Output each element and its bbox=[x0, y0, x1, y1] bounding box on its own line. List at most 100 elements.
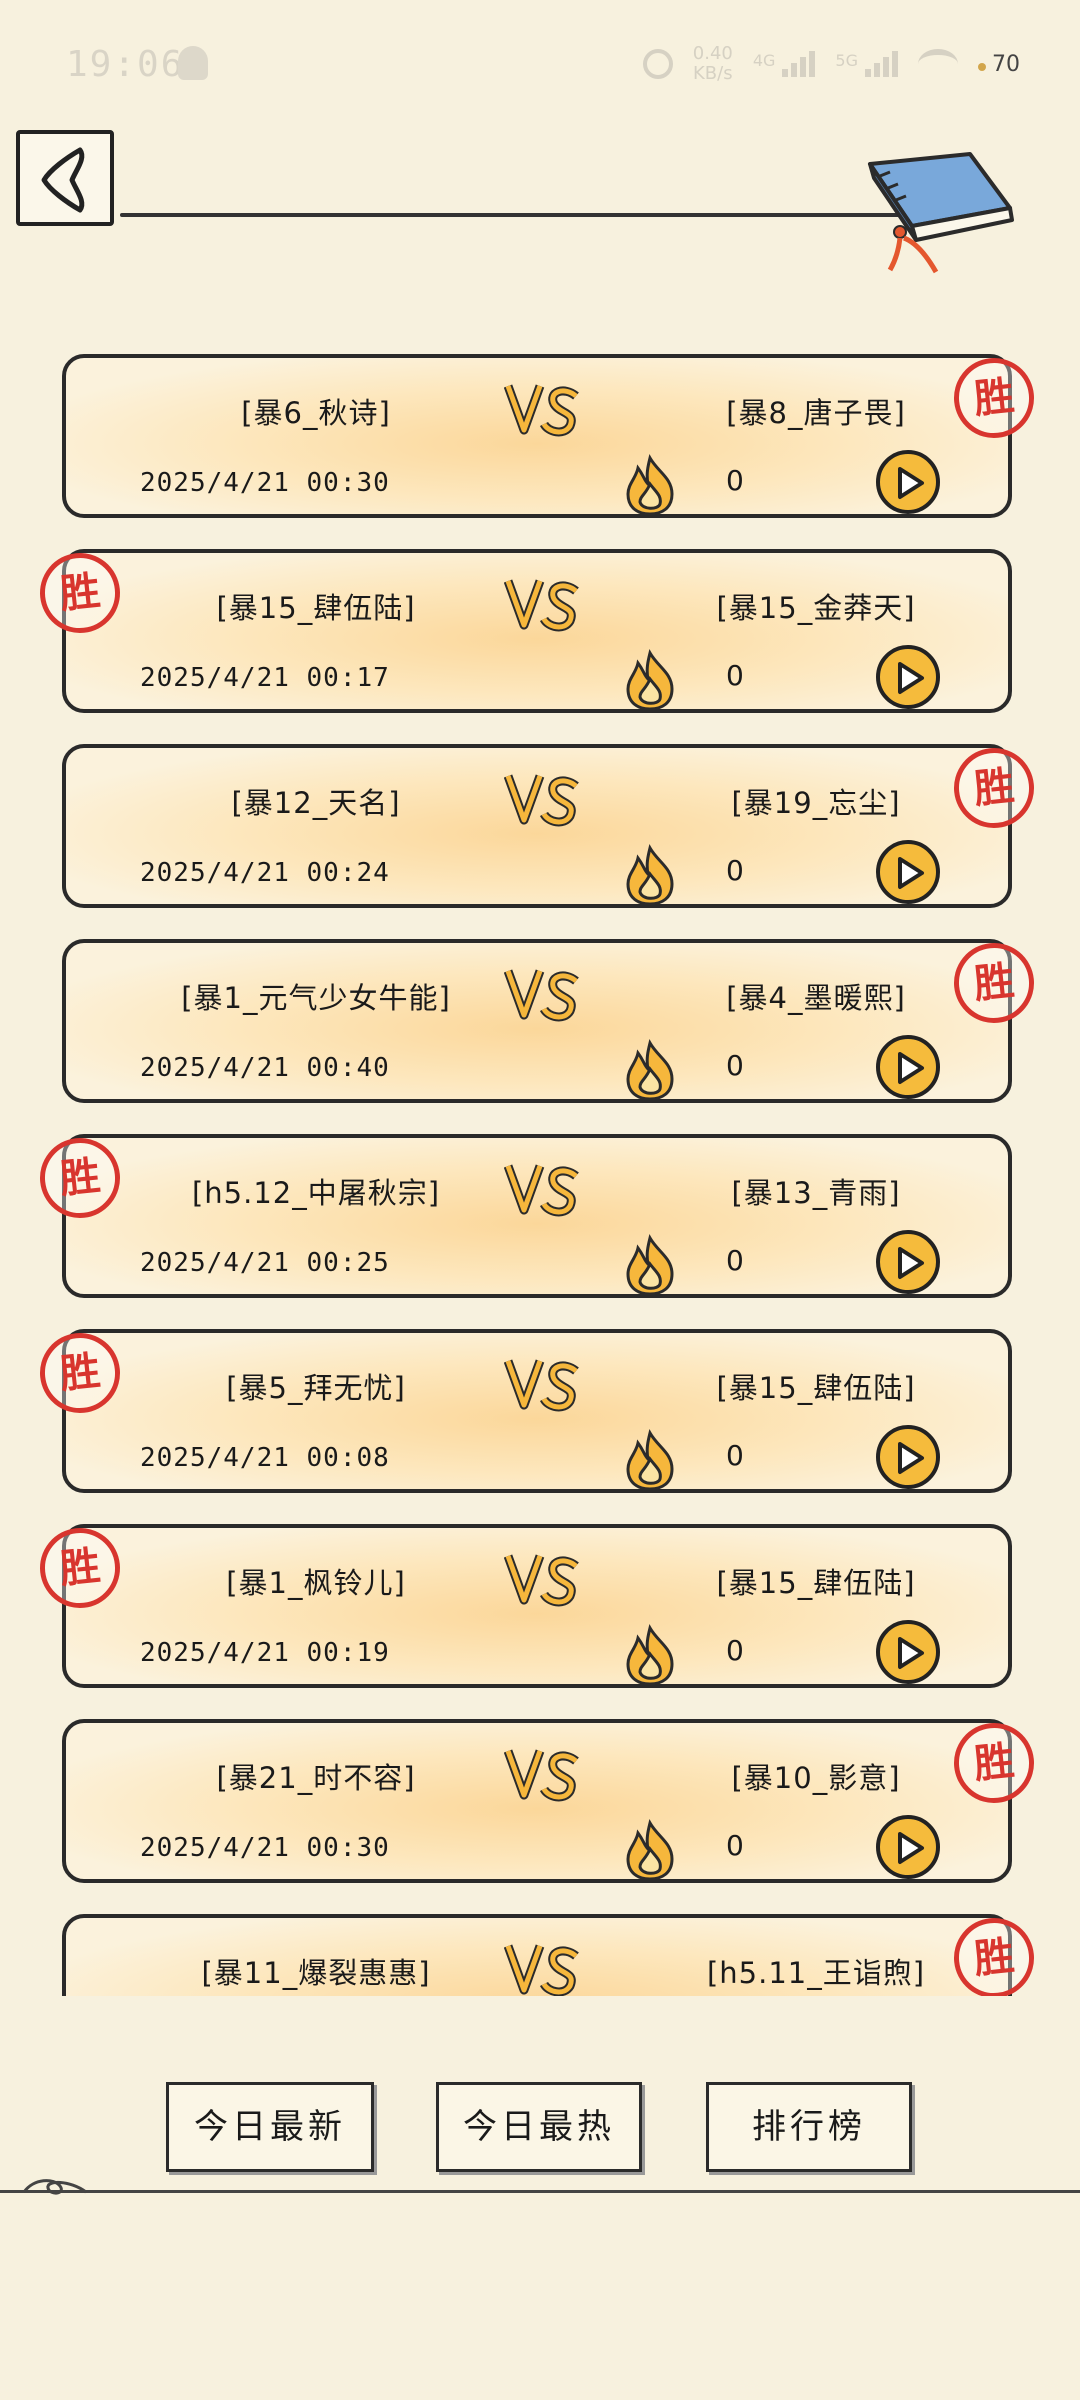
play-replay-button[interactable] bbox=[876, 1815, 940, 1879]
vs-icon bbox=[504, 774, 579, 827]
match-date: 2025/4/21 00:30 bbox=[140, 468, 390, 498]
heat-count: 0 bbox=[726, 1439, 744, 1472]
vs-icon bbox=[504, 1944, 579, 1996]
player1-name: [h5.12_中屠秋宗] bbox=[191, 1176, 441, 1210]
play-replay-button[interactable] bbox=[876, 450, 940, 514]
winner-stamp: 胜 bbox=[950, 1914, 1038, 1996]
bottom-divider bbox=[0, 2190, 1080, 2193]
player1-name: [暴21_时不容] bbox=[216, 1761, 416, 1795]
fire-icon bbox=[626, 1819, 674, 1881]
player1-name: [暴6_秋诗] bbox=[241, 396, 391, 430]
winner-stamp: 胜 bbox=[36, 1524, 124, 1612]
play-replay-button[interactable] bbox=[876, 840, 940, 904]
fire-icon bbox=[626, 1624, 674, 1686]
play-icon bbox=[898, 1052, 924, 1084]
winner-stamp: 胜 bbox=[36, 1134, 124, 1222]
player1-name: [暴11_爆裂惠惠] bbox=[201, 1956, 431, 1990]
network-speed-value: 0.40 bbox=[692, 43, 733, 64]
vs-icon bbox=[504, 969, 579, 1022]
match-card[interactable]: [暴11_爆裂惠惠] [h5.11_王诣煦] 胜 bbox=[62, 1914, 1038, 1996]
signal-4g-icon: 4G bbox=[753, 51, 816, 77]
match-card[interactable]: [h5.12_中屠秋宗] [暴13_青雨] 2025/4/21 00:25 0 … bbox=[36, 1134, 1012, 1298]
wifi-icon bbox=[918, 49, 958, 79]
match-card[interactable]: [暴21_时不容] [暴10_影意] 2025/4/21 00:30 0 胜 bbox=[62, 1719, 1038, 1883]
match-card[interactable]: [暴1_枫铃儿] [暴15_肆伍陆] 2025/4/21 00:19 0 胜 bbox=[36, 1524, 1012, 1688]
heat-count: 0 bbox=[726, 1829, 744, 1862]
winner-stamp: 胜 bbox=[950, 354, 1038, 442]
play-icon bbox=[898, 1442, 924, 1474]
heat-count: 0 bbox=[726, 464, 744, 497]
player2-name: [暴15_肆伍陆] bbox=[716, 1566, 916, 1600]
player2-name: [暴19_忘尘] bbox=[731, 786, 901, 820]
player2-name: [h5.11_王诣煦] bbox=[706, 1956, 926, 1990]
fire-icon bbox=[626, 454, 674, 516]
signal-5g-icon: 5G bbox=[835, 51, 898, 77]
network-speed-unit: KB/s bbox=[693, 63, 733, 84]
match-card[interactable]: [暴1_元气少女牛能] [暴4_墨暖熙] 2025/4/21 00:40 0 胜 bbox=[62, 939, 1038, 1103]
match-date: 2025/4/21 00:40 bbox=[140, 1053, 390, 1083]
player2-name: [暴15_肆伍陆] bbox=[716, 1371, 916, 1405]
qq-notification-icon bbox=[178, 46, 208, 80]
match-date: 2025/4/21 00:24 bbox=[140, 858, 390, 888]
player2-name: [暴4_墨暖熙] bbox=[726, 981, 906, 1015]
vs-icon bbox=[504, 579, 579, 632]
play-icon bbox=[898, 1832, 924, 1864]
fire-icon bbox=[626, 649, 674, 711]
play-icon bbox=[898, 1247, 924, 1279]
tab-today-latest[interactable]: 今日最新 bbox=[166, 2082, 374, 2172]
match-date: 2025/4/21 00:19 bbox=[140, 1638, 390, 1668]
player2-name: [暴15_金莽天] bbox=[716, 591, 916, 625]
back-button[interactable] bbox=[16, 130, 114, 226]
fire-icon bbox=[626, 1039, 674, 1101]
swirl-decoration-icon bbox=[22, 2179, 87, 2195]
back-arrow-icon bbox=[41, 147, 85, 213]
heat-count: 0 bbox=[726, 1244, 744, 1277]
player2-name: [暴13_青雨] bbox=[731, 1176, 901, 1210]
vs-icon bbox=[504, 1164, 579, 1217]
player1-name: [暴5_拜无忧] bbox=[226, 1371, 406, 1405]
match-card[interactable]: [暴15_肆伍陆] [暴15_金莽天] 2025/4/21 00:17 0 胜 bbox=[36, 549, 1012, 713]
play-replay-button[interactable] bbox=[876, 1620, 940, 1684]
play-replay-button[interactable] bbox=[876, 1425, 940, 1489]
play-icon bbox=[898, 467, 924, 499]
book-icon[interactable] bbox=[850, 148, 1020, 278]
play-icon bbox=[898, 662, 924, 694]
play-icon bbox=[898, 857, 924, 889]
match-card[interactable]: [暴6_秋诗] [暴8_唐子畏] 2025/4/21 00:30 0 胜 bbox=[62, 354, 1038, 518]
winner-stamp: 胜 bbox=[950, 744, 1038, 832]
match-date: 2025/4/21 00:30 bbox=[140, 1833, 390, 1863]
signal-5g-label: 5G bbox=[835, 51, 858, 70]
match-date: 2025/4/21 00:17 bbox=[140, 663, 390, 693]
play-replay-button[interactable] bbox=[876, 1230, 940, 1294]
heat-count: 0 bbox=[726, 659, 744, 692]
vs-icon bbox=[504, 1359, 579, 1412]
network-speed: 0.40 KB/s bbox=[693, 44, 733, 84]
player2-name: [暴10_影意] bbox=[731, 1761, 901, 1795]
vs-icon bbox=[504, 1749, 579, 1802]
play-replay-button[interactable] bbox=[876, 1035, 940, 1099]
heat-count: 0 bbox=[726, 854, 744, 887]
player1-name: [暴12_天名] bbox=[231, 786, 401, 820]
heat-count: 0 bbox=[726, 1634, 744, 1667]
play-replay-button[interactable] bbox=[876, 645, 940, 709]
player1-name: [暴1_元气少女牛能] bbox=[181, 981, 451, 1015]
status-time: 19:06 bbox=[66, 44, 185, 85]
status-bar: 19:06 0.40 KB/s 4G 5G 70 bbox=[0, 0, 1080, 130]
battery-level: 70 bbox=[992, 51, 1020, 77]
match-card[interactable]: [暴5_拜无忧] [暴15_肆伍陆] 2025/4/21 00:08 0 胜 bbox=[36, 1329, 1012, 1493]
match-list[interactable]: [暴6_秋诗] [暴8_唐子畏] 2025/4/21 00:30 0 胜 [暴1… bbox=[0, 348, 1080, 1996]
battery-indicator: 70 bbox=[978, 52, 1020, 77]
match-card[interactable]: [暴12_天名] [暴19_忘尘] 2025/4/21 00:24 0 胜 bbox=[62, 744, 1038, 908]
status-icons: 0.40 KB/s 4G 5G 70 bbox=[642, 44, 1020, 84]
vs-icon bbox=[504, 1554, 579, 1607]
player1-name: [暴15_肆伍陆] bbox=[216, 591, 416, 625]
play-icon bbox=[898, 1637, 924, 1669]
heat-count: 0 bbox=[726, 1049, 744, 1082]
match-date: 2025/4/21 00:08 bbox=[140, 1443, 390, 1473]
player2-name: [暴8_唐子畏] bbox=[726, 396, 906, 430]
winner-stamp: 胜 bbox=[36, 1329, 124, 1417]
battery-dot-icon bbox=[978, 62, 986, 71]
signal-4g-label: 4G bbox=[752, 51, 776, 70]
tab-leaderboard[interactable]: 排行榜 bbox=[706, 2082, 912, 2172]
tab-today-hot[interactable]: 今日最热 bbox=[436, 2082, 642, 2172]
